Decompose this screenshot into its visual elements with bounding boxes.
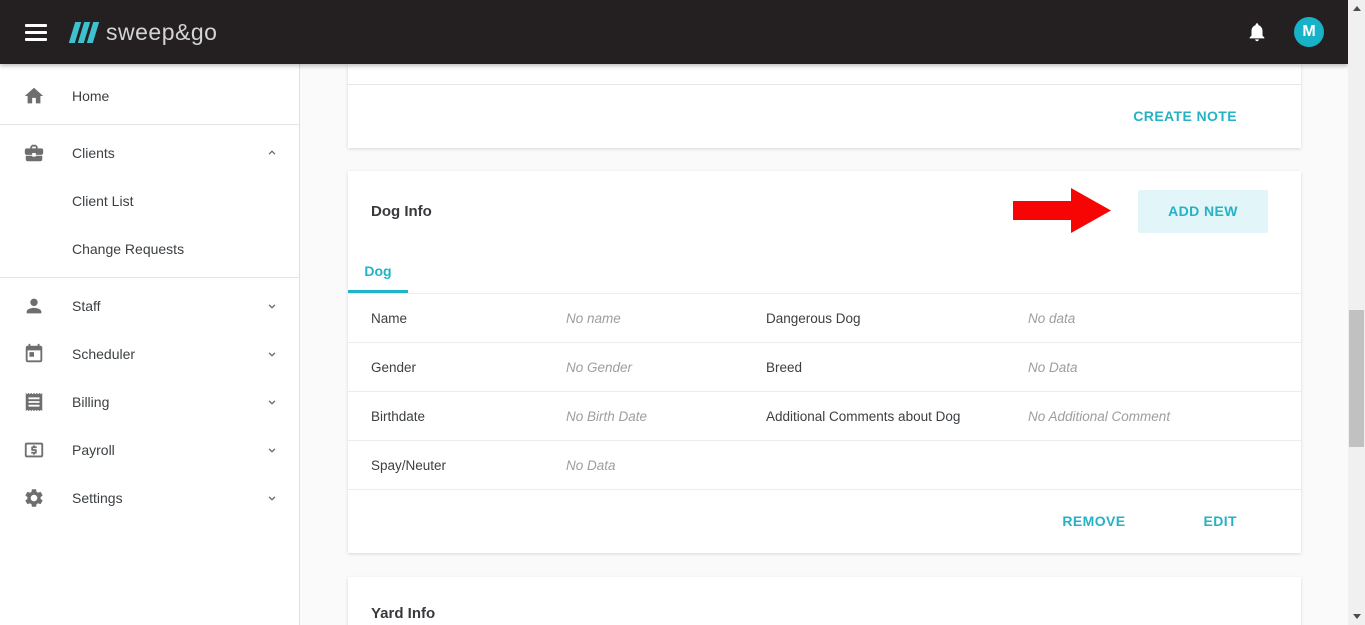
- add-new-button[interactable]: ADD NEW: [1138, 190, 1268, 233]
- top-bar: sweep&go M: [0, 0, 1348, 64]
- field-value: No data: [1028, 311, 1301, 326]
- main-content: CREATE NOTE Dog Info ADD NEW Dog Name No…: [300, 64, 1348, 625]
- briefcase-icon: [23, 142, 45, 164]
- sidebar-item-scheduler[interactable]: Scheduler: [0, 330, 299, 378]
- scroll-up-arrow-icon[interactable]: [1348, 0, 1365, 17]
- table-row: Spay/Neuter No Data: [348, 441, 1301, 490]
- sidebar-item-change-requests[interactable]: Change Requests: [0, 225, 299, 273]
- sidebar-item-clients[interactable]: Clients: [0, 129, 299, 177]
- field-value: No Gender: [566, 360, 766, 375]
- field-value: No name: [566, 311, 766, 326]
- field-value: No Data: [566, 458, 766, 473]
- chevron-down-icon: [265, 299, 279, 313]
- payroll-icon: [23, 439, 45, 461]
- tab-dog[interactable]: Dog: [348, 251, 408, 293]
- dog-tabs: Dog: [348, 251, 1301, 294]
- logo-text: sweep&go: [106, 19, 217, 46]
- hamburger-menu-icon[interactable]: [25, 24, 47, 41]
- field-value: No Additional Comment: [1028, 409, 1301, 424]
- remove-button[interactable]: REMOVE: [1062, 513, 1125, 529]
- receipt-icon: [23, 391, 45, 413]
- app-logo: sweep&go: [72, 19, 217, 46]
- vertical-scrollbar[interactable]: [1348, 0, 1365, 625]
- sidebar-item-label: Billing: [72, 394, 265, 410]
- table-row: Name No name Dangerous Dog No data: [348, 294, 1301, 343]
- chevron-up-icon: [265, 146, 279, 160]
- yard-info-title: Yard Info: [371, 605, 435, 622]
- edit-button[interactable]: EDIT: [1204, 513, 1238, 529]
- sidebar-item-staff[interactable]: Staff: [0, 282, 299, 330]
- calendar-icon: [23, 343, 45, 365]
- sidebar-item-label: Clients: [72, 145, 265, 161]
- sidebar: Home Clients Client List Change Requests…: [0, 64, 300, 625]
- dog-info-card: Dog Info ADD NEW Dog Name No name Danger…: [348, 171, 1301, 553]
- sidebar-item-client-list[interactable]: Client List: [0, 177, 299, 225]
- sidebar-item-label: Scheduler: [72, 346, 265, 362]
- sidebar-item-settings[interactable]: Settings: [0, 474, 299, 522]
- logo-slashes-icon: [72, 22, 99, 43]
- notifications-bell-icon[interactable]: [1246, 21, 1268, 43]
- field-label: Spay/Neuter: [371, 458, 566, 473]
- notes-card-divider: [348, 64, 1301, 85]
- sidebar-divider: [0, 124, 299, 125]
- gear-icon: [23, 487, 45, 509]
- create-note-button[interactable]: CREATE NOTE: [1133, 108, 1237, 124]
- sidebar-item-payroll[interactable]: Payroll: [0, 426, 299, 474]
- field-label: Breed: [766, 360, 1028, 375]
- sidebar-item-label: Home: [72, 88, 279, 104]
- field-label: Additional Comments about Dog: [766, 409, 1028, 424]
- field-value: No Birth Date: [566, 409, 766, 424]
- sidebar-item-home[interactable]: Home: [0, 72, 299, 120]
- sidebar-divider: [0, 277, 299, 278]
- red-annotation-arrow-icon: [1013, 188, 1111, 233]
- field-label: Gender: [371, 360, 566, 375]
- notes-card: CREATE NOTE: [348, 64, 1301, 148]
- table-row: Birthdate No Birth Date Additional Comme…: [348, 392, 1301, 441]
- person-icon: [23, 295, 45, 317]
- field-label: Dangerous Dog: [766, 311, 1028, 326]
- sidebar-item-label: Settings: [72, 490, 265, 506]
- chevron-down-icon: [265, 443, 279, 457]
- table-row: Gender No Gender Breed No Data: [348, 343, 1301, 392]
- sidebar-item-billing[interactable]: Billing: [0, 378, 299, 426]
- sidebar-item-label: Payroll: [72, 442, 265, 458]
- scroll-down-arrow-icon[interactable]: [1348, 608, 1365, 625]
- scrollbar-thumb[interactable]: [1349, 310, 1364, 447]
- field-value: No Data: [1028, 360, 1301, 375]
- chevron-down-icon: [265, 395, 279, 409]
- chevron-down-icon: [265, 347, 279, 361]
- sidebar-item-label: Staff: [72, 298, 265, 314]
- avatar[interactable]: M: [1294, 17, 1324, 47]
- chevron-down-icon: [265, 491, 279, 505]
- yard-info-card: Yard Info: [348, 577, 1301, 625]
- field-label: Name: [371, 311, 566, 326]
- field-label: Birthdate: [371, 409, 566, 424]
- dog-info-title: Dog Info: [371, 203, 432, 220]
- home-icon: [23, 85, 45, 107]
